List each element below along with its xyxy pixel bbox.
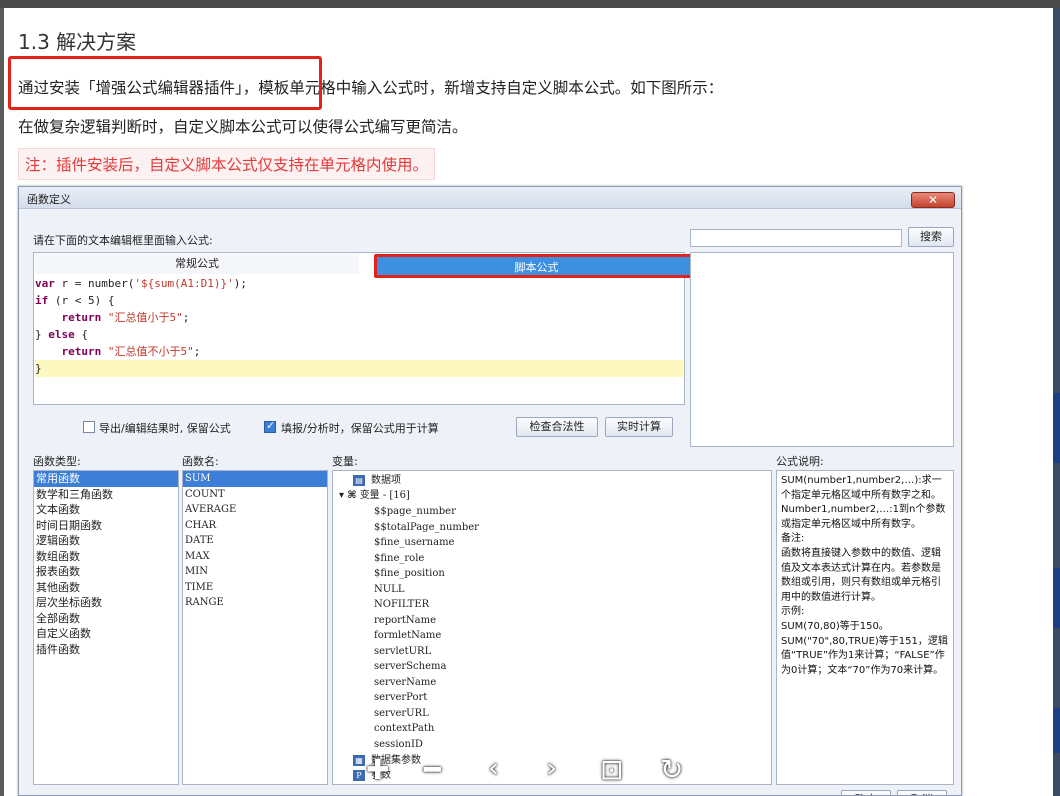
- formula-description: SUM(number1,number2,…):求一个指定单元格区域中所有数字之和…: [776, 470, 954, 785]
- function-name-label: 函数名:: [182, 455, 219, 468]
- dataset-icon: ▦: [353, 755, 365, 766]
- preserve-formula-checkbox[interactable]: [83, 421, 95, 433]
- tree-leaf[interactable]: NOFILTER: [374, 597, 429, 612]
- list-item[interactable]: 自定义函数: [34, 626, 178, 642]
- tree-leaf[interactable]: reportName: [374, 613, 436, 628]
- formula-result-box: [690, 252, 954, 447]
- formula-editor[interactable]: 常规公式 脚本公式 var r = number('${sum(A1:D1)}'…: [33, 252, 699, 405]
- code-line: return "汇总值小于5";: [61, 311, 190, 324]
- top-bar: [0, 0, 1060, 8]
- list-item[interactable]: 层次坐标函数: [34, 595, 178, 611]
- tree-leaf[interactable]: $fine_username: [374, 535, 454, 550]
- tree-node-variables[interactable]: ▾ ⌘ 变量 - [16]: [339, 488, 410, 503]
- list-item[interactable]: MAX: [183, 549, 327, 565]
- list-item[interactable]: CHAR: [183, 518, 327, 534]
- right-edge: [1053, 8, 1060, 796]
- tree-leaf[interactable]: serverName: [374, 675, 436, 690]
- code-line: if (r < 5) {: [35, 294, 115, 307]
- function-type-label: 函数类型:: [33, 455, 81, 468]
- next-icon[interactable]: ›: [546, 754, 557, 782]
- tree-leaf[interactable]: $$page_number: [374, 504, 456, 519]
- list-item[interactable]: 报表函数: [34, 564, 178, 580]
- list-item[interactable]: 插件函数: [34, 642, 178, 658]
- code-line: return "汇总值不小于5";: [61, 345, 201, 358]
- tree-node-data-items[interactable]: ▤ 数据项: [353, 473, 401, 488]
- tree-node-label: 数据项: [371, 475, 401, 486]
- list-item[interactable]: AVERAGE: [183, 502, 327, 518]
- tree-leaf[interactable]: servletURL: [374, 644, 431, 659]
- list-item[interactable]: 数学和三角函数: [34, 487, 178, 503]
- description-label: 公式说明:: [776, 455, 824, 468]
- right-edge-block: [1053, 568, 1060, 628]
- list-item[interactable]: RANGE: [183, 595, 327, 611]
- tree-leaf[interactable]: $fine_position: [374, 566, 445, 581]
- list-item[interactable]: 常用函数: [34, 471, 178, 487]
- function-type-list[interactable]: 常用函数 数学和三角函数 文本函数 时间日期函数 逻辑函数 数组函数 报表函数 …: [33, 470, 179, 785]
- note-callout: 注：插件安装后，自定义脚本公式仅支持在单元格内使用。: [18, 148, 436, 180]
- ok-button[interactable]: 确定: [841, 790, 891, 795]
- tree-leaf[interactable]: $$totalPage_number: [374, 520, 479, 535]
- tab-normal-formula[interactable]: 常规公式: [35, 254, 359, 274]
- list-item[interactable]: DATE: [183, 533, 327, 549]
- list-item[interactable]: 其他函数: [34, 580, 178, 596]
- right-edge-block: [1053, 393, 1060, 463]
- tree-node-label: 变量 - [16]: [359, 490, 410, 501]
- list-item[interactable]: 文本函数: [34, 502, 178, 518]
- tree-leaf[interactable]: serverURL: [374, 706, 429, 721]
- collapse-icon[interactable]: ▾: [339, 490, 344, 501]
- database-icon: ▤: [353, 475, 365, 486]
- document: 1.3 解决方案 通过安装「增强公式编辑器插件」，模板单元格中输入公式时，新增支…: [4, 8, 1053, 796]
- tree-leaf[interactable]: contextPath: [374, 721, 434, 736]
- section-heading: 1.3 解决方案: [18, 30, 137, 54]
- search-button[interactable]: 搜索: [908, 227, 954, 247]
- variable-icon: ⌘: [347, 490, 357, 501]
- dialog-title: 函数定义: [27, 193, 71, 206]
- list-item[interactable]: SUM: [183, 471, 327, 487]
- close-icon[interactable]: ✕: [911, 192, 955, 208]
- zoom-in-icon[interactable]: ✚: [366, 756, 389, 784]
- code-line: } else {: [35, 328, 88, 341]
- list-item[interactable]: 全部函数: [34, 611, 178, 627]
- list-item[interactable]: 逻辑函数: [34, 533, 178, 549]
- rotate-icon[interactable]: ↻: [660, 756, 683, 784]
- fit-screen-icon[interactable]: ⊡: [600, 756, 623, 784]
- list-item[interactable]: 时间日期函数: [34, 518, 178, 534]
- fill-calc-checkbox[interactable]: [264, 419, 276, 433]
- tree-leaf[interactable]: $fine_role: [374, 551, 424, 566]
- previous-icon[interactable]: ‹: [488, 754, 499, 782]
- preserve-formula-label: 导出/编辑结果时, 保留公式: [99, 422, 231, 435]
- list-item[interactable]: MIN: [183, 564, 327, 580]
- tree-leaf[interactable]: NULL: [374, 582, 404, 597]
- dialog-titlebar: 函数定义 ✕: [19, 187, 961, 209]
- search-input[interactable]: [690, 229, 902, 247]
- realtime-calc-button[interactable]: 实时计算: [605, 417, 673, 437]
- variables-tree[interactable]: ▤ 数据项 ▾ ⌘ 变量 - [16] $$page_number $$total…: [332, 470, 772, 785]
- formula-prompt: 请在下面的文本编辑框里面输入公式:: [33, 234, 213, 247]
- function-name-list[interactable]: SUM COUNT AVERAGE CHAR DATE MAX MIN TIME…: [182, 470, 328, 785]
- paragraph-2: 在做复杂逻辑判断时，自定义脚本公式可以使得公式编写更简洁。: [18, 118, 468, 136]
- tree-leaf[interactable]: formletName: [374, 628, 441, 643]
- list-item[interactable]: COUNT: [183, 487, 327, 503]
- right-edge-block: [1053, 708, 1060, 753]
- code-line: var r = number('${sum(A1:D1)}');: [35, 277, 247, 290]
- check-validity-button[interactable]: 检查合法性: [516, 417, 598, 437]
- code-string: '${sum(A1:D1)}': [134, 277, 234, 290]
- fill-calc-label: 填报/分析时，保留公式用于计算: [281, 422, 439, 435]
- tree-leaf[interactable]: sessionID: [374, 737, 423, 752]
- cancel-button[interactable]: 取消: [897, 790, 947, 795]
- variables-label: 变量:: [332, 455, 358, 468]
- zoom-out-icon[interactable]: ━: [424, 756, 441, 784]
- list-item[interactable]: TIME: [183, 580, 327, 596]
- list-item[interactable]: 数组函数: [34, 549, 178, 565]
- code-line-current: }: [35, 360, 683, 377]
- tree-leaf[interactable]: serverSchema: [374, 659, 446, 674]
- parameter-icon: P: [353, 770, 365, 781]
- highlight-box: [8, 56, 322, 110]
- function-definition-dialog: 函数定义 ✕ 请在下面的文本编辑框里面输入公式: 搜索 常规公式 脚本公式 va…: [18, 186, 962, 796]
- tree-leaf[interactable]: serverPort: [374, 690, 427, 705]
